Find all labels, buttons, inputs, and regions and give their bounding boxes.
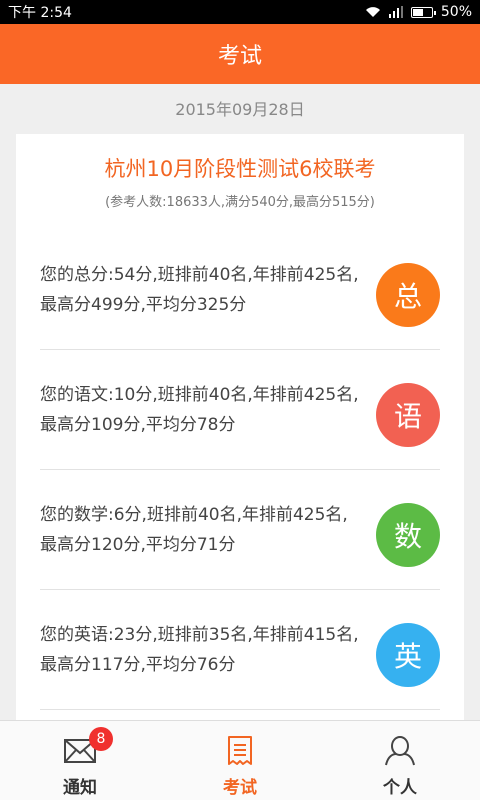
tab-label: 通知 — [63, 778, 97, 798]
tab-label: 个人 — [383, 778, 417, 798]
result-text: 您的语文:10分,班排前40名,年排前425名,最高分109分,平均分78分 — [40, 385, 359, 435]
notification-count-badge: 8 — [89, 727, 113, 751]
battery-percent: 50% — [440, 4, 472, 20]
total-score-icon: 总 — [376, 263, 440, 327]
math-subject-icon: 数 — [376, 503, 440, 567]
exam-title[interactable]: 杭州10月阶段性测试6校联考 — [16, 153, 464, 183]
page-title: 考试 — [217, 44, 262, 69]
result-row-total[interactable]: 您的总分:54分,班排前40名,年排前425名,最高分499分,平均分325分 … — [40, 230, 440, 350]
exam-receipt-icon — [226, 733, 254, 769]
tab-profile[interactable]: 个人 — [320, 721, 480, 800]
status-icons: 50% — [365, 4, 472, 20]
exam-card: 杭州10月阶段性测试6校联考 (参考人数:18633人,满分540分,最高分51… — [16, 134, 464, 720]
person-icon — [383, 733, 417, 769]
exam-date: 2015年09月28日 — [175, 100, 305, 119]
envelope-icon: 8 — [63, 727, 113, 769]
result-text: 您的总分:54分,班排前40名,年排前425名,最高分499分,平均分325分 — [40, 265, 359, 315]
app-header: 考试 — [0, 24, 480, 84]
tab-exams[interactable]: 考试 — [160, 721, 320, 800]
battery-icon — [410, 6, 436, 18]
status-bar: 下午 2:54 50% — [0, 0, 480, 24]
chinese-subject-icon: 语 — [376, 383, 440, 447]
result-text: 您的数学:6分,班排前40名,年排前425名,最高分120分,平均分71分 — [40, 505, 348, 555]
english-subject-icon: 英 — [376, 623, 440, 687]
bottom-tab-bar: 8 通知 考试 个人 — [0, 720, 480, 800]
result-text: 您的英语:23分,班排前35名,年排前415名,最高分117分,平均分76分 — [40, 625, 359, 675]
status-time: 下午 2:54 — [8, 5, 72, 21]
exam-summary: (参考人数:18633人,满分540分,最高分515分) — [105, 195, 375, 210]
signal-icon — [388, 6, 403, 18]
result-row-math[interactable]: 您的数学:6分,班排前40名,年排前425名,最高分120分,平均分71分 数 — [40, 470, 440, 590]
tab-label: 考试 — [223, 778, 257, 798]
tab-notifications[interactable]: 8 通知 — [0, 721, 160, 800]
result-row-chinese[interactable]: 您的语文:10分,班排前40名,年排前425名,最高分109分,平均分78分 语 — [40, 350, 440, 470]
result-row-english[interactable]: 您的英语:23分,班排前35名,年排前415名,最高分117分,平均分76分 英 — [40, 590, 440, 710]
wifi-icon — [365, 7, 380, 17]
